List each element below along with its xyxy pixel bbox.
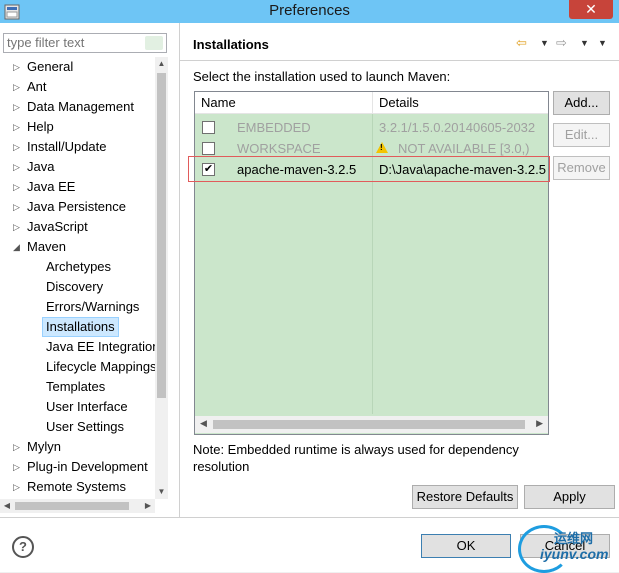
back-menu-chevron-icon[interactable]: ▼: [540, 35, 549, 51]
expand-arrow-icon[interactable]: ▷: [13, 437, 20, 457]
title-divider: [180, 60, 619, 61]
view-menu-icon[interactable]: ▼: [598, 35, 607, 51]
column-header-name[interactable]: Name: [201, 95, 236, 110]
tree-item-data-management[interactable]: ▷ Data Management: [13, 97, 134, 117]
tree-item-remote-systems[interactable]: ▷ Remote Systems: [13, 477, 126, 497]
clear-filter-icon[interactable]: [145, 36, 163, 50]
footer-divider: [0, 517, 619, 518]
preferences-dialog: ▷General ▷Ant ▷Data Management ▷Help ▷In…: [0, 23, 619, 573]
remove-button[interactable]: Remove: [553, 156, 610, 180]
filter-input[interactable]: [4, 34, 147, 50]
tree-item-templates[interactable]: Templates: [46, 377, 105, 397]
instruction-text: Select the installation used to launch M…: [193, 69, 451, 84]
tree-item-user-interface[interactable]: User Interface: [46, 397, 128, 417]
expand-arrow-icon[interactable]: ▷: [13, 157, 20, 177]
close-button[interactable]: ✕: [569, 0, 613, 19]
tree-item-javascript[interactable]: ▷ JavaScript: [13, 217, 88, 237]
page-navigation: ⇦ ▼ ⇨ ▼ ▼: [514, 35, 614, 51]
tree-item-install-update[interactable]: ▷ Install/Update: [13, 137, 107, 157]
ok-button[interactable]: OK: [421, 534, 511, 558]
tree-item-discovery[interactable]: Discovery: [46, 277, 103, 297]
expand-arrow-icon[interactable]: ▷: [13, 97, 20, 117]
back-arrow-icon[interactable]: ⇦: [516, 35, 527, 51]
scroll-thumb[interactable]: [157, 73, 166, 398]
expand-arrow-icon[interactable]: ▷: [13, 137, 20, 157]
expand-arrow-icon[interactable]: ▷: [13, 477, 20, 497]
scroll-up-icon[interactable]: ▲: [155, 57, 168, 71]
tree-item-archetypes[interactable]: Archetypes: [46, 257, 111, 277]
scroll-right-icon[interactable]: ▶: [536, 418, 543, 429]
installations-table: Name Details EMBEDDED 3.2.1/1.5.0.201406…: [194, 91, 549, 435]
page-title: Installations: [193, 37, 269, 52]
table-horizontal-scrollbar[interactable]: ◀ ▶: [195, 416, 548, 433]
column-separator[interactable]: [372, 92, 373, 113]
installation-name: EMBEDDED: [237, 120, 311, 135]
scroll-thumb[interactable]: [15, 502, 129, 510]
tree-item-mylyn[interactable]: ▷ Mylyn: [13, 437, 61, 457]
tree-item-plugin-development[interactable]: ▷ Plug-in Development: [13, 457, 148, 477]
watermark-en-text: iyunv.com: [540, 546, 609, 562]
help-icon[interactable]: ?: [12, 536, 34, 558]
add-button[interactable]: Add...: [553, 91, 610, 115]
tree-item-help[interactable]: ▷ Help: [13, 117, 54, 137]
tree-item-java[interactable]: ▷ Java: [13, 157, 54, 177]
tree-item-installations[interactable]: Installations: [42, 317, 119, 337]
expand-arrow-icon[interactable]: ▷: [13, 77, 20, 97]
tree-item-errors-warnings[interactable]: Errors/Warnings: [46, 297, 139, 317]
column-header-details[interactable]: Details: [379, 95, 419, 110]
tree-horizontal-scrollbar[interactable]: ◀ ▶: [0, 499, 155, 513]
installation-details: 3.2.1/1.5.0.20140605-2032: [379, 120, 536, 135]
tree-vertical-scrollbar[interactable]: ▲ ▼: [155, 57, 168, 499]
preference-tree-panel: ▷General ▷Ant ▷Data Management ▷Help ▷In…: [0, 23, 180, 517]
scroll-right-icon[interactable]: ▶: [141, 499, 155, 513]
filter-box: [3, 33, 167, 53]
apply-button[interactable]: Apply: [524, 485, 615, 509]
expand-arrow-icon[interactable]: ▷: [13, 177, 20, 197]
watermark-logo: 运维网 iyunv.com: [518, 521, 619, 573]
collapse-arrow-icon[interactable]: ◢: [13, 237, 20, 257]
restore-defaults-button[interactable]: Restore Defaults: [412, 485, 518, 509]
scroll-left-icon[interactable]: ◀: [0, 499, 14, 513]
preference-tree: ▷ General ▷ Ant ▷ Data Management ▷ Help ▷ In…: [0, 57, 168, 499]
tree-item-java-persistence[interactable]: ▷ Java Persistence: [13, 197, 126, 217]
watermark-cn-text: 运维网: [554, 531, 594, 546]
tree-item-ant[interactable]: ▷ Ant: [13, 77, 47, 97]
tree-item-java-ee-integration[interactable]: Java EE Integration: [46, 337, 159, 357]
table-row[interactable]: EMBEDDED 3.2.1/1.5.0.20140605-2032: [195, 117, 548, 138]
installation-details: NOT AVAILABLE [3.0,): [398, 141, 530, 156]
expand-arrow-icon[interactable]: ▷: [13, 57, 20, 77]
table-header: Name Details: [195, 92, 548, 114]
forward-menu-chevron-icon[interactable]: ▼: [580, 35, 589, 51]
installation-name: WORKSPACE: [237, 141, 321, 156]
tree-item-maven[interactable]: ◢ Maven: [13, 237, 66, 257]
row-checkbox[interactable]: [202, 142, 215, 155]
tree-item-general[interactable]: ▷ General: [13, 57, 73, 77]
title-bar: Preferences ✕: [0, 0, 619, 23]
edit-button[interactable]: Edit...: [553, 123, 610, 147]
tree-item-lifecycle-mappings[interactable]: Lifecycle Mappings: [46, 357, 157, 377]
highlight-annotation: [188, 156, 550, 182]
expand-arrow-icon[interactable]: ▷: [13, 117, 20, 137]
expand-arrow-icon[interactable]: ▷: [13, 457, 20, 477]
scroll-left-icon[interactable]: ◀: [200, 418, 207, 429]
window-title: Preferences: [269, 2, 350, 19]
forward-arrow-icon[interactable]: ⇨: [556, 35, 567, 51]
tree-item-user-settings[interactable]: User Settings: [46, 417, 124, 437]
expand-arrow-icon[interactable]: ▷: [13, 217, 20, 237]
scroll-down-icon[interactable]: ▼: [155, 485, 168, 499]
scroll-thumb[interactable]: [213, 420, 525, 429]
embedded-runtime-note: Note: Embedded runtime is always used fo…: [193, 442, 519, 474]
row-checkbox[interactable]: [202, 121, 215, 134]
expand-arrow-icon[interactable]: ▷: [13, 197, 20, 217]
tree-item-java-ee[interactable]: ▷ Java EE: [13, 177, 75, 197]
